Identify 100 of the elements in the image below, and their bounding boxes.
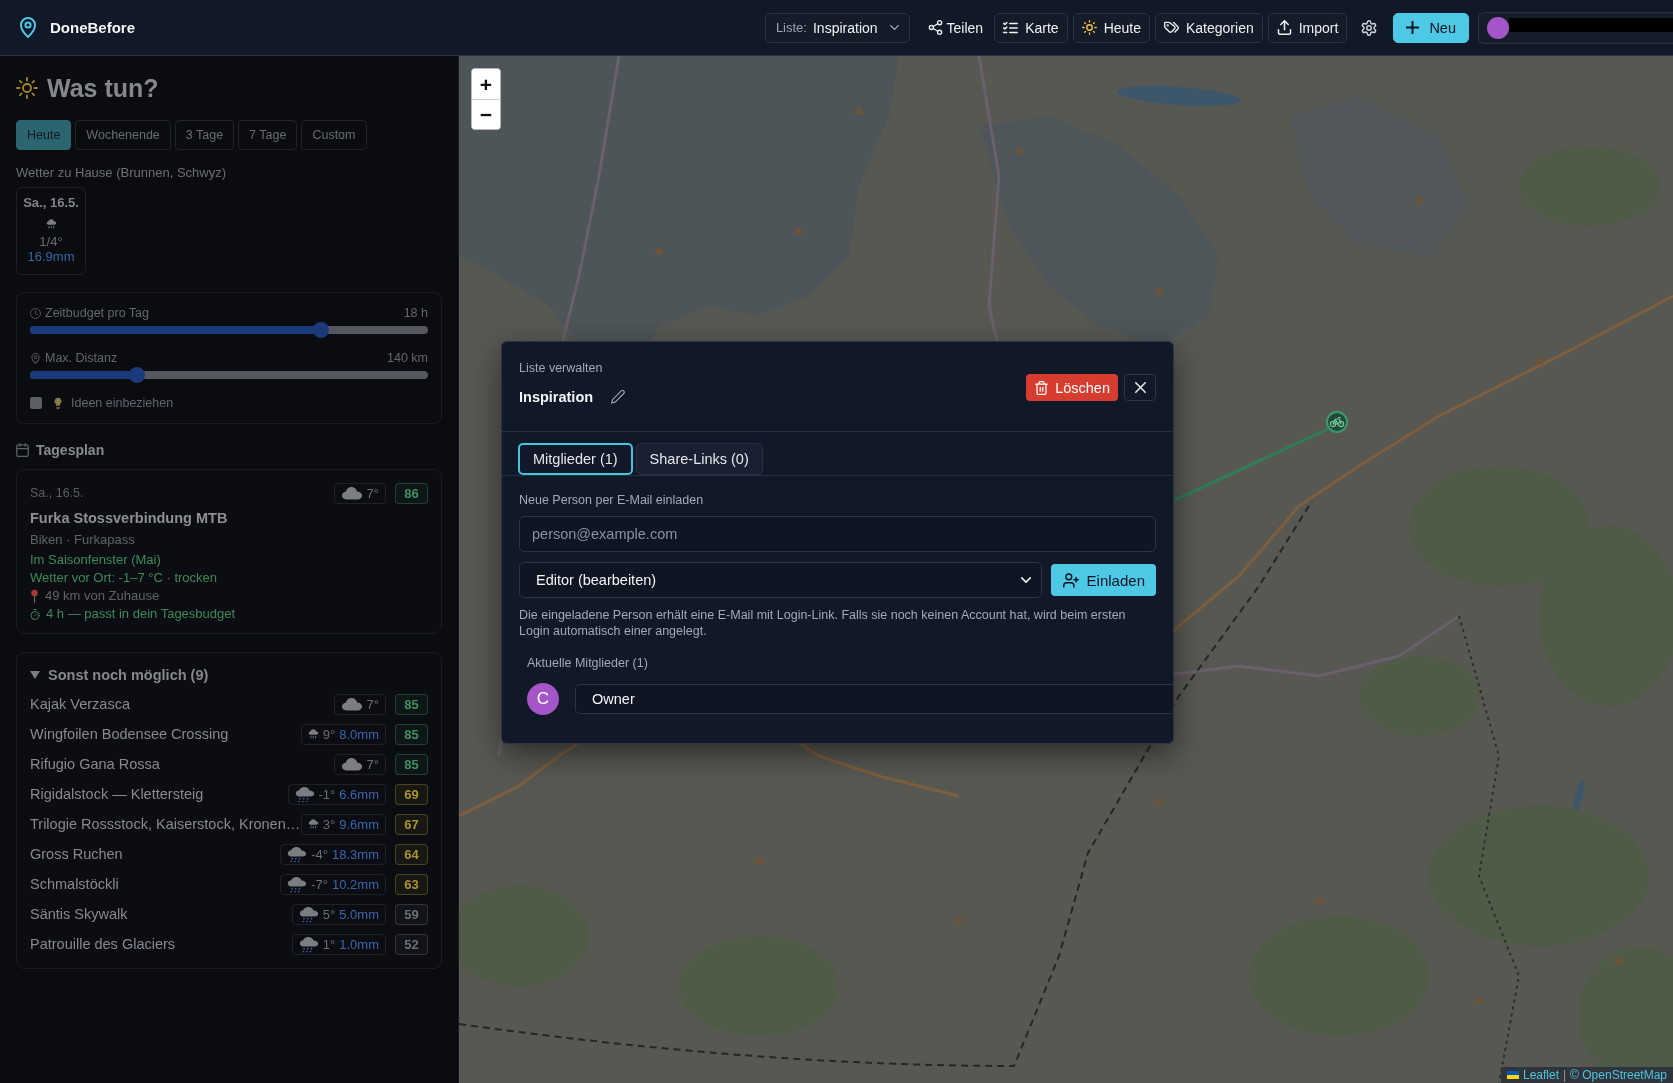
attribution-link[interactable]: Leaflet xyxy=(1522,1068,1559,1082)
score-badge: 67 xyxy=(395,813,428,835)
section-toggle[interactable]: Sonst noch möglich (9) xyxy=(30,665,209,685)
tab[interactable]: Mitglieder (1) xyxy=(518,443,633,475)
lightbulb-icon xyxy=(54,396,62,410)
map-button[interactable]: Karte xyxy=(994,12,1068,43)
weather-precip: 6.6mm xyxy=(339,786,379,802)
map-pin-icon xyxy=(30,352,41,364)
filter-label: Zeitbudget pro Tag xyxy=(45,306,149,320)
flag-icon xyxy=(1506,1071,1519,1079)
weather-precip: 9.6mm xyxy=(339,816,379,832)
close-icon xyxy=(1134,382,1146,393)
attribution-link[interactable]: © OpenStreetMap xyxy=(1570,1068,1667,1082)
score-badge: 59 xyxy=(395,903,428,925)
chevron-down-icon xyxy=(889,25,899,30)
activity-name[interactable]: Trilogie Rossstock, Kaiserstock, Kronen… xyxy=(30,816,301,832)
weather-date: Sa., 16.5. xyxy=(23,195,79,211)
weather-temp: 7° xyxy=(366,696,379,712)
trash-icon xyxy=(1035,380,1049,395)
pencil-icon[interactable] xyxy=(611,390,626,404)
activity-name[interactable]: Kajak Verzasca xyxy=(30,696,130,712)
filter-reading: 140 km xyxy=(387,351,428,365)
score-badge: 69 xyxy=(395,783,428,805)
rain-cloud-icon xyxy=(294,785,315,803)
sun-icon xyxy=(1081,20,1097,35)
list-select[interactable]: Liste: Inspiration xyxy=(764,12,910,43)
map-pin-icon xyxy=(20,17,36,38)
share-button[interactable]: Teilen xyxy=(921,12,990,43)
range-tab[interactable]: Custom xyxy=(301,120,367,150)
weather-temp: 9° xyxy=(322,726,336,742)
weather-temp: -1° xyxy=(318,786,336,802)
activity-name[interactable]: Rigidalstock — Klettersteig xyxy=(30,786,204,802)
user-menu-button[interactable] xyxy=(1478,11,1673,44)
cloud-icon xyxy=(340,697,363,711)
zoom-out-button[interactable]: − xyxy=(472,99,500,129)
slider-thumb[interactable] xyxy=(129,367,146,383)
panel-title: Was tun? xyxy=(47,73,159,103)
list-name: Inspiration xyxy=(519,389,594,405)
rain-cloud-icon xyxy=(287,875,308,893)
score-badge: 64 xyxy=(395,843,428,865)
range-tab[interactable]: 3 Tage xyxy=(174,120,235,150)
email-field[interactable]: person@example.com xyxy=(519,516,1156,552)
chevron-down-icon xyxy=(1020,577,1031,583)
cloud-icon xyxy=(340,757,363,771)
activity-name[interactable]: Schmalstöckli xyxy=(30,876,119,892)
weather-temp: -4° xyxy=(311,846,329,862)
activity-name[interactable]: Gross Ruchen xyxy=(30,846,123,862)
score-badge: 86 xyxy=(395,482,428,504)
role-field[interactable]: Owner xyxy=(575,684,1173,714)
activity-name[interactable]: Wingfoilen Bodensee Crossing xyxy=(30,726,229,742)
role-select[interactable]: Editor (bearbeiten) xyxy=(519,562,1042,598)
weather-temp: 7° xyxy=(366,756,379,772)
rain-cloud-icon xyxy=(45,218,57,230)
weather-precip: 18.3mm xyxy=(332,846,379,862)
calendar-icon xyxy=(16,443,29,457)
clock-icon xyxy=(30,307,41,319)
list-icon xyxy=(1003,20,1019,35)
score-badge: 63 xyxy=(395,873,428,895)
plan-title: Furka Stossverbindung MTB xyxy=(30,509,228,528)
today-button[interactable]: Heute xyxy=(1072,12,1150,43)
slider[interactable] xyxy=(30,367,428,383)
avatar-icon xyxy=(1487,16,1509,39)
range-tab[interactable]: Wochenende xyxy=(75,120,171,150)
field-label: Neue Person per E-Mail einladen xyxy=(519,492,704,508)
activity-name[interactable]: Patrouille des Glaciers xyxy=(30,936,176,952)
weather-temp: -7° xyxy=(311,876,329,892)
new-button[interactable]: Neu xyxy=(1393,12,1469,43)
score-badge: 85 xyxy=(395,723,428,745)
weather-precip: 10.2mm xyxy=(332,876,379,892)
weather-precip: 1.0mm xyxy=(339,936,379,952)
tab[interactable]: Share-Links (0) xyxy=(635,443,763,475)
activity-name[interactable]: Rifugio Gana Rossa xyxy=(30,756,160,772)
attribution-separator: | xyxy=(1563,1068,1567,1082)
caret-down-icon xyxy=(30,671,40,679)
range-tab[interactable]: 7 Tage xyxy=(238,120,298,150)
slider-thumb[interactable] xyxy=(312,322,329,338)
plan-note: 4 h — passt in dein Tagesbudget xyxy=(46,605,236,623)
tags-icon xyxy=(1164,20,1179,35)
invite-button[interactable]: Einladen xyxy=(1050,564,1156,596)
import-button[interactable]: Import xyxy=(1267,12,1348,43)
activity-name[interactable]: Säntis Skywalk xyxy=(30,906,128,922)
close-button[interactable] xyxy=(1124,374,1156,401)
categories-button[interactable]: Kategorien xyxy=(1155,12,1263,43)
weather-temp: 1° xyxy=(322,936,336,952)
app-name: DoneBefore xyxy=(50,19,135,36)
stopwatch-icon xyxy=(30,608,40,620)
weather-precip: 5.0mm xyxy=(339,906,379,922)
slider[interactable] xyxy=(30,322,428,338)
plan-note: Wetter vor Ort: -1–7 °C · trocken xyxy=(30,569,217,587)
section-title: Tagesplan xyxy=(36,442,105,458)
checkbox[interactable] xyxy=(30,397,42,409)
delete-button[interactable]: Löschen xyxy=(1026,374,1118,401)
score-badge: 52 xyxy=(395,933,428,955)
modal-eyebrow: Liste verwalten xyxy=(519,360,604,376)
weather-precip: 16.9mm xyxy=(27,249,75,264)
score-badge: 85 xyxy=(395,753,428,775)
weather-temp: 5° xyxy=(322,906,336,922)
section-label: Aktuelle Mitglieder (1) xyxy=(527,655,648,671)
plus-icon xyxy=(1406,21,1420,34)
plan-date: Sa., 16.5. xyxy=(30,486,84,500)
